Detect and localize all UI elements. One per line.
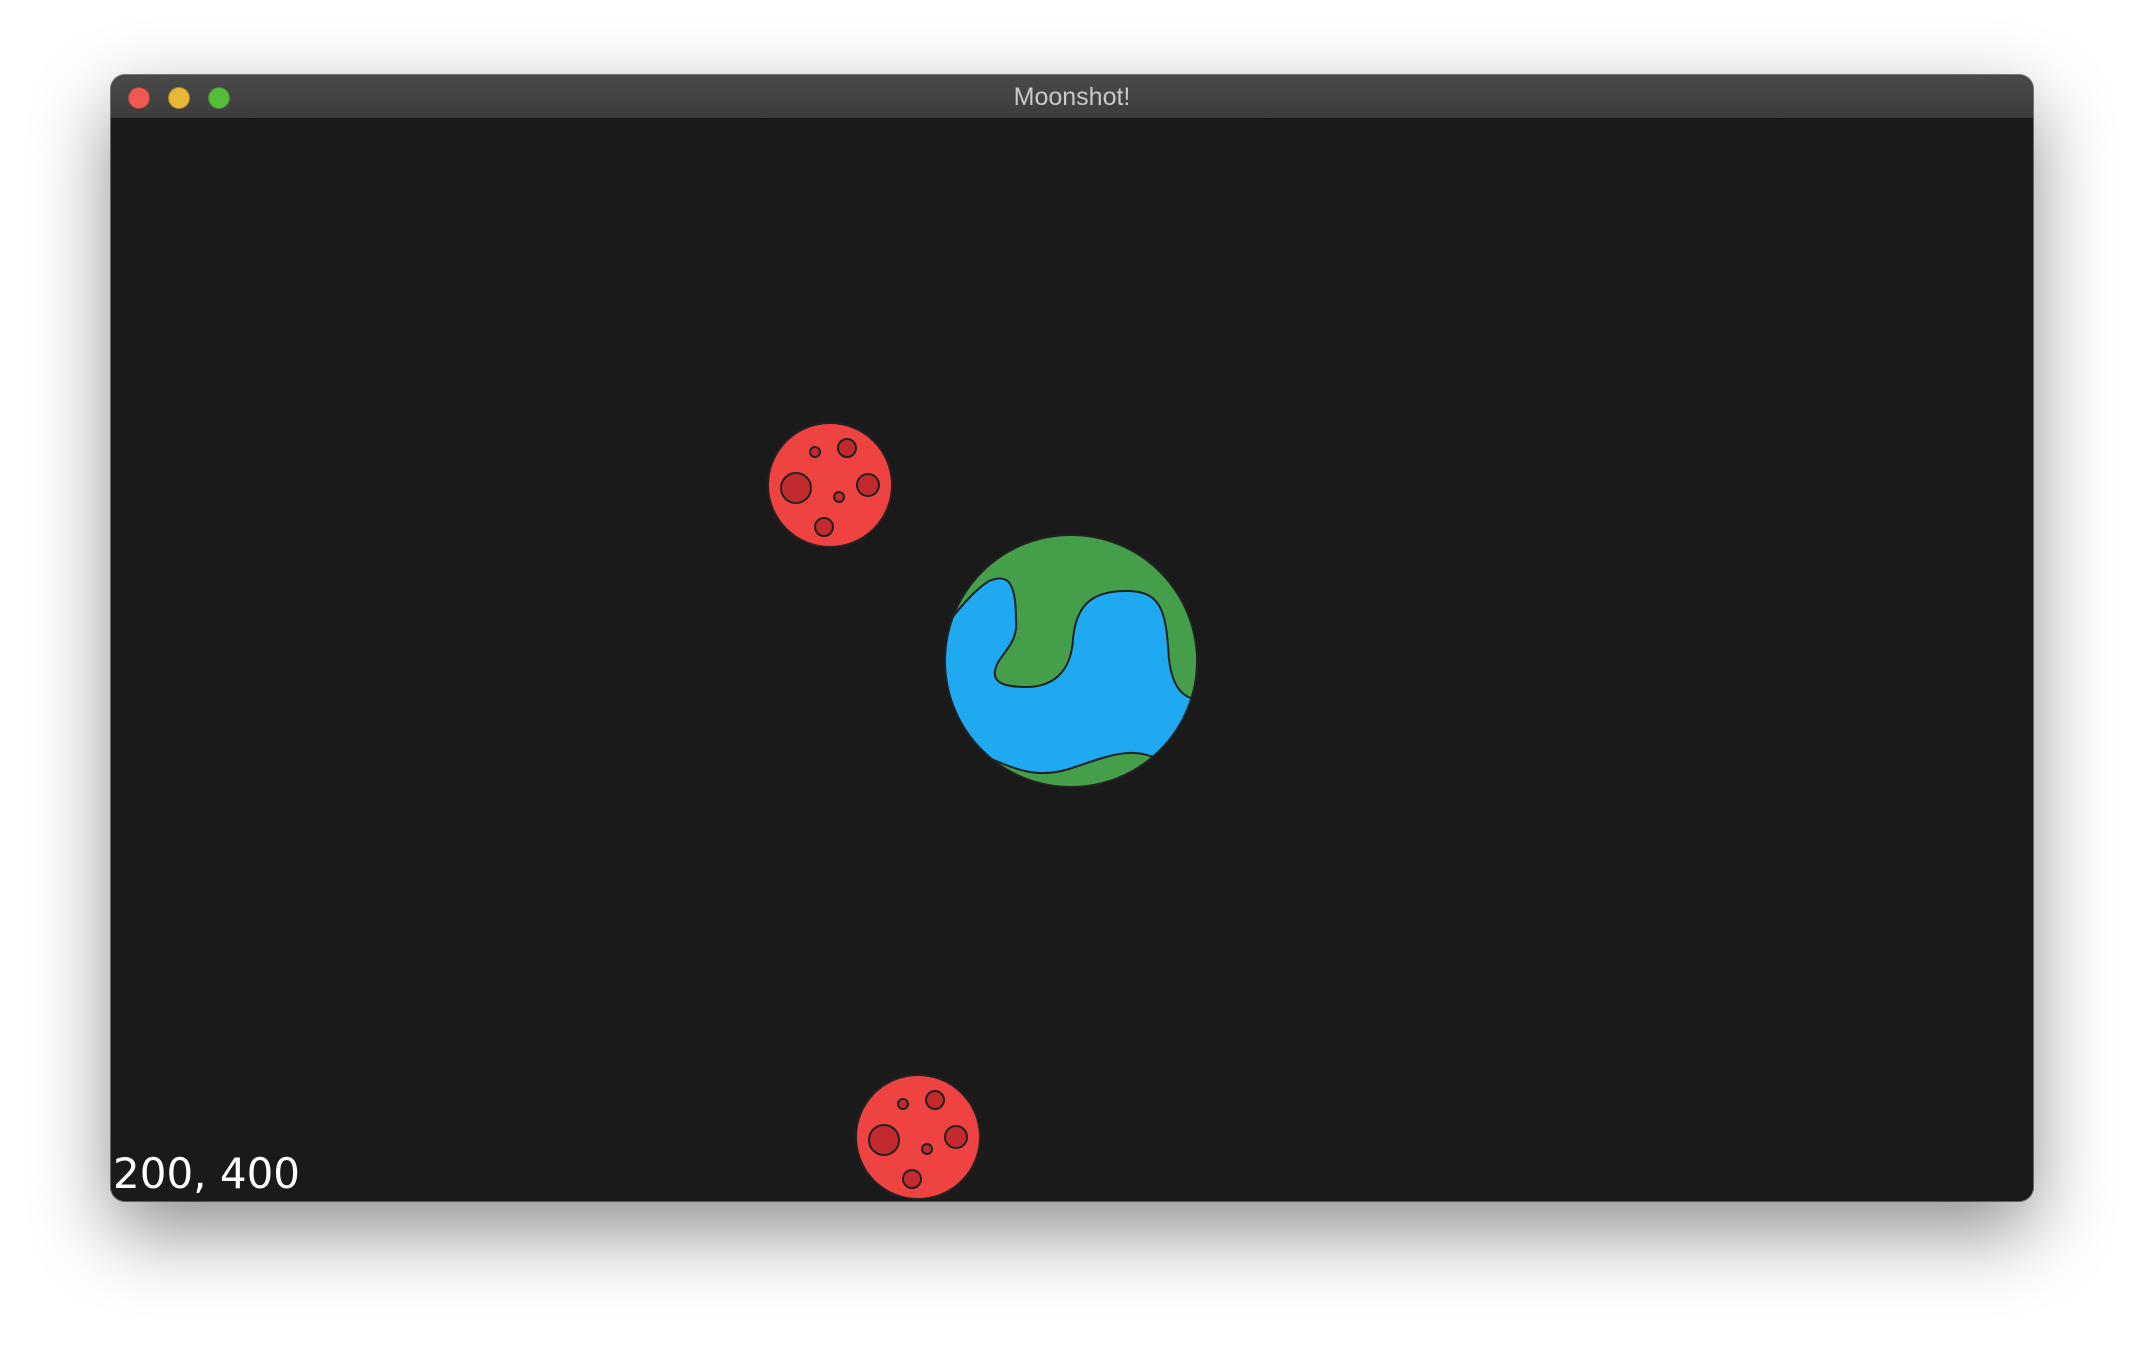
crater (868, 1124, 900, 1156)
window-title: Moonshot! (1013, 83, 1131, 111)
crater (921, 1143, 933, 1155)
moon-upper (767, 422, 893, 548)
crater (902, 1169, 922, 1189)
game-scene (767, 422, 1198, 1200)
crater (856, 473, 880, 497)
crater (925, 1090, 945, 1110)
moon-lower (855, 1074, 981, 1200)
app-window: Moonshot! 200, 400 (111, 75, 2033, 1201)
crater (944, 1125, 968, 1149)
earth-planet (944, 534, 1198, 788)
title-bar[interactable]: Moonshot! (111, 75, 2033, 119)
crater (897, 1098, 909, 1110)
crater (809, 446, 821, 458)
crater (833, 491, 845, 503)
coordinates-readout: 200, 400 (113, 1149, 301, 1198)
game-canvas[interactable]: 200, 400 (111, 119, 2033, 1201)
crater (780, 472, 812, 504)
crater (837, 438, 857, 458)
crater (814, 517, 834, 537)
